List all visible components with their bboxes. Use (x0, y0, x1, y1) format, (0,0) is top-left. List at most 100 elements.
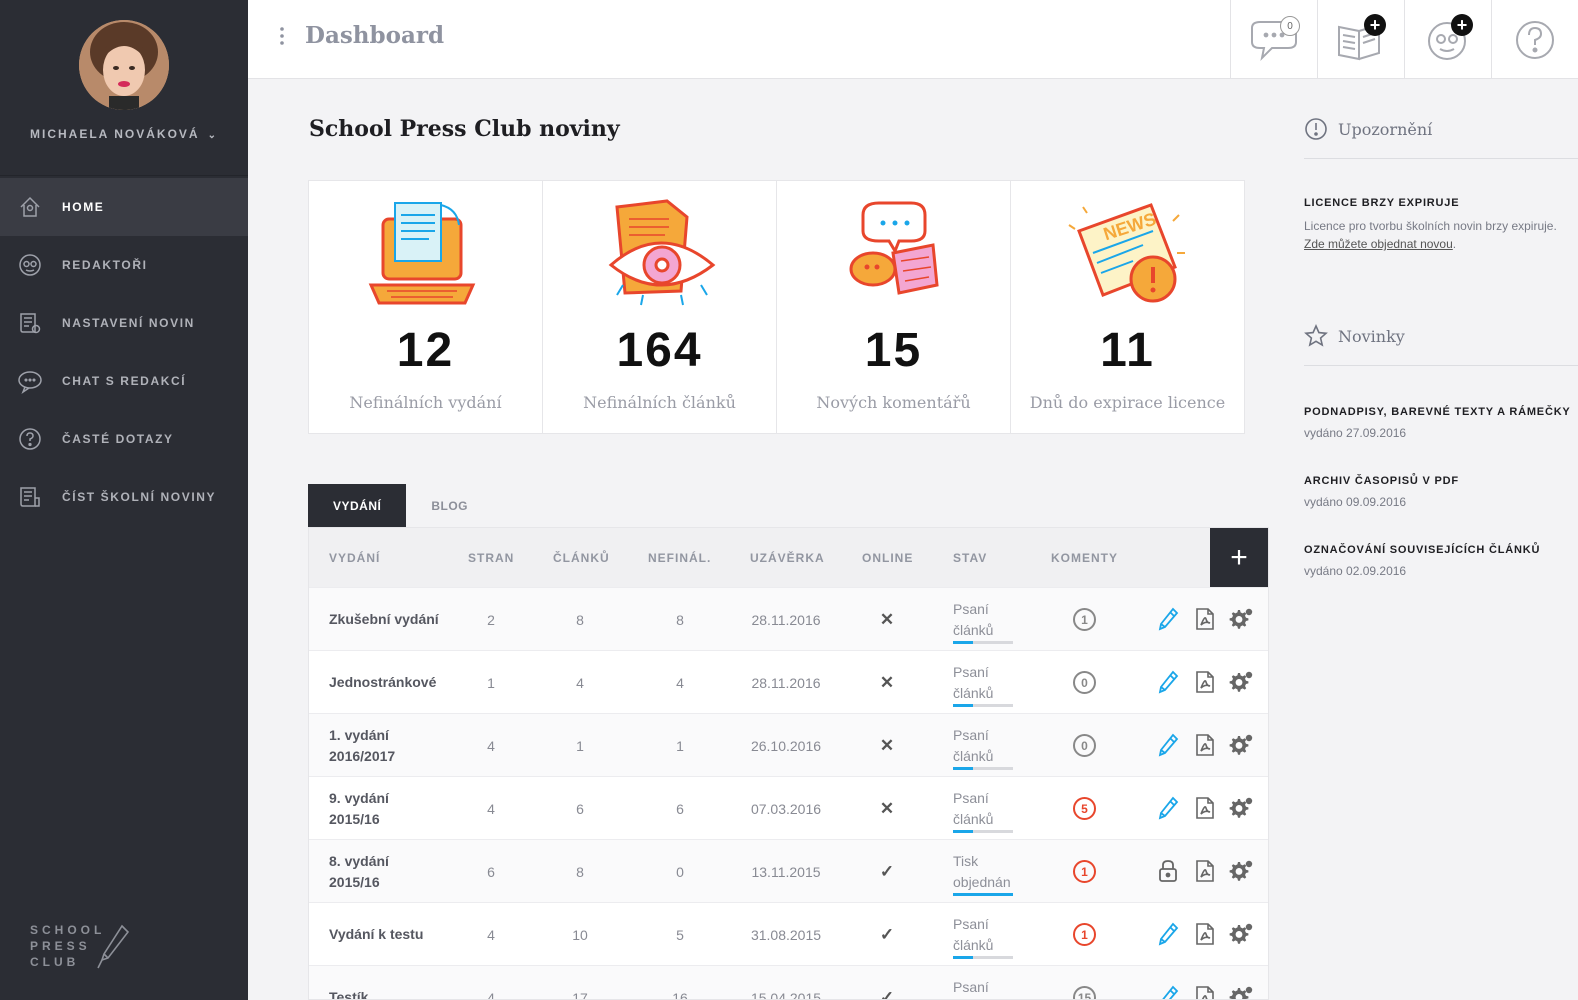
news-heading[interactable]: ARCHIV ČASOPISŮ V PDF (1304, 475, 1578, 487)
pdf-icon[interactable] (1192, 921, 1218, 947)
comments-count-badge[interactable]: 1 (1073, 860, 1096, 883)
state-progress-bar (953, 893, 1013, 896)
table-row[interactable]: 1. vydání 2016/2017 4 1 1 26.10.2016 ✕ Psaní č… (309, 713, 1268, 776)
user-menu[interactable]: MICHAELA NOVÁKOVÁ ⌄ (0, 127, 248, 141)
pdf-icon[interactable] (1192, 984, 1218, 999)
issue-name[interactable]: Zkušební vydání (329, 609, 439, 630)
add-issue-table-button[interactable]: + (1210, 528, 1268, 587)
pdf-icon[interactable] (1192, 795, 1218, 821)
edit-pencil-icon[interactable] (1155, 921, 1181, 947)
nav-item-home[interactable]: HOME (0, 178, 248, 236)
cell-nonfinal: 5 (676, 927, 684, 943)
cell-deadline: 07.03.2016 (750, 801, 822, 817)
order-license-link[interactable]: Zde můžete objednat novou (1304, 237, 1453, 251)
settings-gear-icon[interactable] (1228, 984, 1254, 999)
table-row[interactable]: 9. vydání 2015/16 4 6 6 07.03.2016 ✕ Psaní člá… (309, 776, 1268, 839)
state-progress-fill (953, 956, 973, 959)
settings-gear-icon[interactable] (1228, 732, 1254, 758)
cell-pages: 4 (487, 927, 495, 943)
messages-button[interactable]: 0 (1230, 0, 1317, 79)
nav-item-newspaper-settings[interactable]: NASTAVENÍ NOVIN (0, 294, 248, 352)
cell-deadline: 28.11.2016 (751, 612, 821, 628)
school-press-club-logo[interactable]: SCHOOL PRESS CLUB (30, 922, 140, 972)
edit-pencil-icon[interactable] (1155, 984, 1181, 999)
issues-table: VYDÁNÍ STRAN ČLÁNKŮ NEFINÁL. UZÁVĚRKA ON… (308, 527, 1269, 1000)
pdf-icon[interactable] (1192, 858, 1218, 884)
cell-pages: 2 (487, 612, 495, 628)
issue-name[interactable]: Testík (329, 987, 439, 999)
table-row[interactable]: Vydání k testu 4 10 5 31.08.2015 ✓ Psaní článk… (309, 902, 1268, 965)
nav-label: CHAT S REDAKCÍ (62, 374, 187, 388)
news-heading[interactable]: OZNAČOVÁNÍ SOUVISEJÍCÍCH ČLÁNKŮ (1304, 544, 1578, 556)
comments-count-badge[interactable]: 1 (1073, 923, 1096, 946)
stat-value: 15 (864, 324, 923, 377)
state-progress-fill (953, 767, 973, 770)
stat-license-days[interactable]: NEWS 11 Dnů do expirace licence (1011, 181, 1244, 433)
comments-count-badge[interactable]: 5 (1073, 797, 1096, 820)
settings-gear-icon[interactable] (1228, 795, 1254, 821)
plus-badge: + (1451, 14, 1473, 36)
column-header[interactable]: ONLINE (862, 551, 913, 565)
column-header[interactable]: STRAN (468, 551, 514, 565)
column-header[interactable]: ČLÁNKŮ (553, 551, 610, 565)
nav-item-faq[interactable]: ČASTÉ DOTAZY (0, 410, 248, 468)
cell-deadline: 31.08.2015 (750, 927, 822, 943)
lock-icon[interactable] (1155, 858, 1181, 884)
comments-count-badge[interactable]: 0 (1073, 671, 1096, 694)
state-progress-fill (953, 893, 1013, 896)
add-editor-button[interactable]: + (1404, 0, 1491, 79)
stat-nonfinal-issues[interactable]: 12 Nefinálních vydání (309, 181, 543, 433)
column-header[interactable]: STAV (953, 551, 987, 565)
column-header[interactable]: KOMENTY (1051, 551, 1118, 565)
stat-nonfinal-articles[interactable]: 164 Nefinálních článků (543, 181, 777, 433)
avatar-image (79, 20, 169, 110)
tab-blog[interactable]: BLOG (406, 484, 493, 527)
cell-online: ✕ (879, 610, 895, 629)
edit-pencil-icon[interactable] (1155, 732, 1181, 758)
help-button[interactable] (1491, 0, 1578, 79)
comments-count-badge[interactable]: 0 (1073, 734, 1096, 757)
pdf-icon[interactable] (1192, 606, 1218, 632)
tab-issues[interactable]: VYDÁNÍ (308, 484, 407, 527)
cell-pages: 4 (487, 990, 495, 1000)
state-progress-bar (953, 830, 1013, 833)
settings-gear-icon[interactable] (1228, 606, 1254, 632)
issue-name[interactable]: 1. vydání 2016/2017 (329, 725, 439, 767)
pdf-icon[interactable] (1192, 669, 1218, 695)
avatar[interactable] (79, 20, 169, 110)
settings-gear-icon[interactable] (1228, 858, 1254, 884)
issue-name[interactable]: 9. vydání 2015/16 (329, 788, 439, 830)
news-item[interactable]: ARCHIV ČASOPISŮ V PDF vydáno 09.09.2016 (1304, 475, 1578, 511)
issue-name[interactable]: 8. vydání 2015/16 (329, 851, 439, 893)
nav-item-read-newspaper[interactable]: ČÍST ŠKOLNÍ NOVINY (0, 468, 248, 526)
news-heading[interactable]: PODNADPISY, BAREVNÉ TEXTY A RÁMEČKY (1304, 406, 1578, 418)
more-menu-icon[interactable] (278, 26, 286, 46)
cell-pages: 4 (487, 738, 495, 754)
edit-pencil-icon[interactable] (1155, 669, 1181, 695)
cell-online: ✕ (879, 799, 895, 818)
add-issue-button[interactable]: + (1317, 0, 1404, 79)
divider (1304, 158, 1578, 159)
nav-item-editors[interactable]: REDAKTOŘI (0, 236, 248, 294)
column-header[interactable]: VYDÁNÍ (329, 551, 380, 565)
table-row[interactable]: Zkušební vydání 2 8 8 28.11.2016 ✕ Psaní článk… (309, 587, 1268, 650)
table-row[interactable]: 8. vydání 2015/16 6 8 0 13.11.2015 ✓ Tisk obje… (309, 839, 1268, 902)
column-header[interactable]: UZÁVĚRKA (750, 551, 825, 565)
nav-item-chat[interactable]: CHAT S REDAKCÍ (0, 352, 248, 410)
comments-count-badge[interactable]: 15 (1073, 986, 1096, 999)
pdf-icon[interactable] (1192, 732, 1218, 758)
newspaper-title: School Press Club noviny (309, 116, 620, 142)
comments-count-badge[interactable]: 1 (1073, 608, 1096, 631)
edit-pencil-icon[interactable] (1155, 795, 1181, 821)
news-item[interactable]: OZNAČOVÁNÍ SOUVISEJÍCÍCH ČLÁNKŮ vydáno 02… (1304, 544, 1578, 580)
table-row[interactable]: Testík 4 17 16 15.04.2015 ✓ Psaní 15 (309, 965, 1268, 1000)
edit-pencil-icon[interactable] (1155, 606, 1181, 632)
table-row[interactable]: Jednostránkové 1 4 4 28.11.2016 ✕ Psaní článků… (309, 650, 1268, 713)
stat-new-comments[interactable]: 15 Nových komentářů (777, 181, 1011, 433)
column-header[interactable]: NEFINÁL. (648, 551, 711, 565)
issue-name[interactable]: Jednostránkové (329, 672, 439, 693)
settings-gear-icon[interactable] (1228, 921, 1254, 947)
news-item[interactable]: PODNADPISY, BAREVNÉ TEXTY A RÁMEČKY vydán… (1304, 406, 1578, 442)
issue-name[interactable]: Vydání k testu (329, 924, 439, 945)
settings-gear-icon[interactable] (1228, 669, 1254, 695)
